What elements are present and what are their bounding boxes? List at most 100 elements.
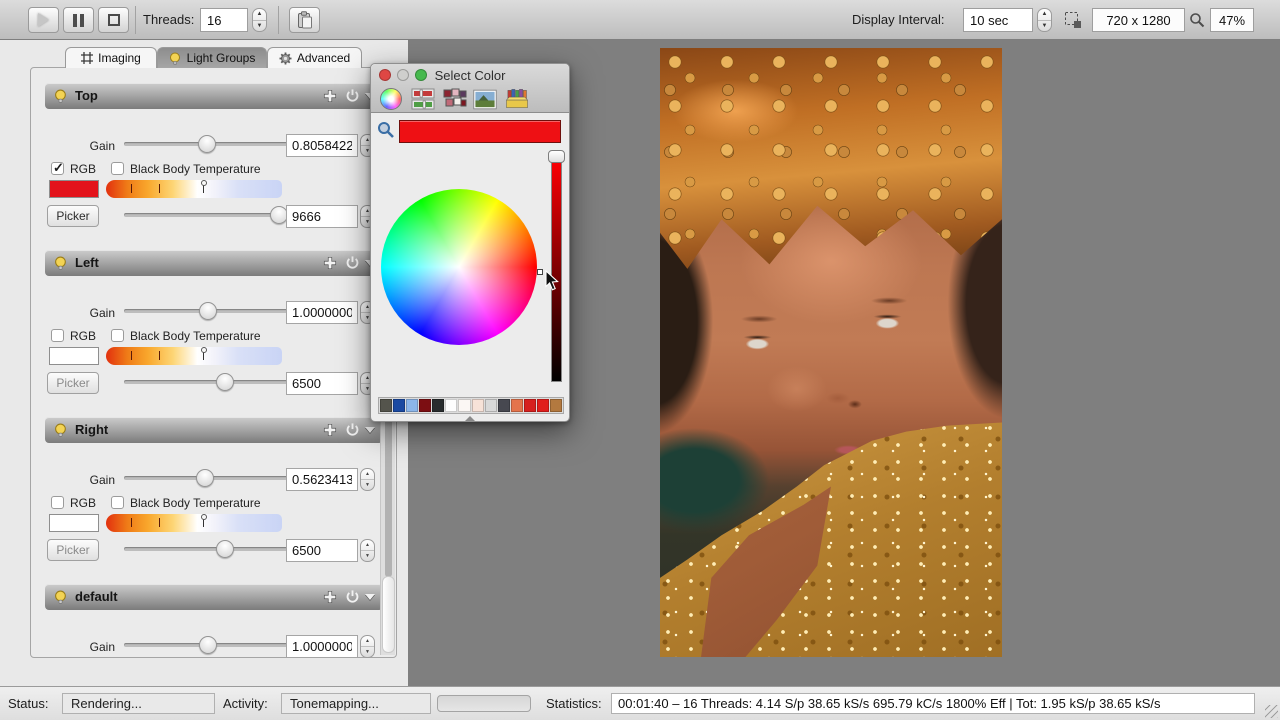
black-body-checkbox[interactable] [111,329,124,342]
copy-to-clipboard-button[interactable] [289,7,320,33]
slider-thumb[interactable] [199,302,217,320]
swatch[interactable] [472,399,484,412]
gain-label: Gain [77,306,115,320]
swatch-drawer-handle[interactable] [465,416,475,421]
gain-slider[interactable] [124,134,296,152]
add-group-icon[interactable] [323,256,337,270]
color-picker-magnifier-icon[interactable] [377,121,395,139]
color-swatch[interactable] [49,347,99,365]
color-swatch[interactable] [49,180,99,198]
color-wheel[interactable] [381,189,537,345]
swatch[interactable] [458,399,470,412]
zoom-level-display[interactable]: 47% [1210,8,1254,32]
display-interval-stepper[interactable]: ▲▼ [1037,8,1052,32]
picker-value-input[interactable] [286,372,358,395]
slider-thumb[interactable] [216,373,234,391]
color-wheel-mode-button[interactable] [379,87,403,111]
swatch[interactable] [432,399,444,412]
picker-value-input[interactable] [286,205,358,228]
window-resize-grip[interactable] [1265,705,1278,718]
picker-slider[interactable] [124,372,296,390]
collapse-chevron-icon[interactable] [365,594,375,600]
pause-button[interactable] [63,7,94,33]
power-toggle-icon[interactable] [345,422,360,437]
lightbulb-icon [54,423,68,437]
power-toggle-icon[interactable] [345,589,360,604]
threads-input[interactable] [200,8,248,32]
rgb-checkbox[interactable] [51,329,64,342]
gain-value-input[interactable] [286,635,358,658]
rgb-checkbox[interactable] [51,162,64,175]
swatch[interactable] [511,399,523,412]
swatch[interactable] [393,399,405,412]
threads-stepper[interactable]: ▲▼ [252,8,267,32]
brightness-slider[interactable] [551,156,562,382]
slider-thumb[interactable] [199,636,217,654]
gain-value-input[interactable] [286,468,358,491]
gain-value-input[interactable] [286,134,358,157]
power-toggle-icon[interactable] [345,88,360,103]
swatch[interactable] [445,399,457,412]
gain-value-input[interactable] [286,301,358,324]
swatch[interactable] [537,399,549,412]
zoom-magnifier-icon[interactable] [1189,12,1205,28]
close-icon[interactable] [379,69,391,81]
color-sliders-mode-button[interactable] [411,87,435,111]
black-body-checkbox[interactable] [111,496,124,509]
color-wheel-selection-marker[interactable] [537,269,543,275]
picker-value-input[interactable] [286,539,358,562]
resolution-display[interactable]: 720 x 1280 [1092,8,1185,32]
add-group-icon[interactable] [323,423,337,437]
picker-slider[interactable] [124,539,296,557]
image-palettes-mode-button[interactable] [473,87,497,111]
swatch[interactable] [485,399,497,412]
play-button[interactable] [28,7,59,33]
gain-slider[interactable] [124,468,296,486]
minimize-icon[interactable] [397,69,409,81]
collapse-chevron-icon[interactable] [365,427,375,433]
picker-button[interactable]: Picker [47,372,99,394]
crayons-mode-button[interactable] [505,87,529,111]
slider-thumb[interactable] [216,540,234,558]
rgb-checkbox[interactable] [51,496,64,509]
lightbulb-icon [54,590,68,604]
gain-slider[interactable] [124,301,296,319]
swatch[interactable] [498,399,510,412]
gain-slider[interactable] [124,635,296,653]
brightness-slider-thumb[interactable] [548,150,565,163]
picker-button[interactable]: Picker [47,539,99,561]
slider-thumb[interactable] [198,135,216,153]
gain-stepper[interactable]: ▲▼ [360,468,375,491]
picker-slider[interactable] [124,205,296,223]
group-name: default [75,589,118,604]
tab-light-groups[interactable]: Light Groups [157,47,267,68]
dialog-titlebar: Select Color [371,64,569,113]
resize-resolution-icon[interactable] [1064,11,1083,30]
scrollbar-thumb[interactable] [382,576,395,653]
swatch[interactable] [419,399,431,412]
tab-imaging[interactable]: Imaging [65,47,157,68]
picker-button[interactable]: Picker [47,205,99,227]
swatch[interactable] [524,399,536,412]
gain-label: Gain [77,473,115,487]
picker-stepper[interactable]: ▲▼ [360,539,375,562]
gain-stepper[interactable]: ▲▼ [360,635,375,658]
swatch[interactable] [550,399,562,412]
black-body-gradient [106,347,282,365]
tab-advanced[interactable]: Advanced [267,47,362,68]
swatch[interactable] [406,399,418,412]
swatch[interactable] [380,399,392,412]
black-body-checkbox[interactable] [111,162,124,175]
add-group-icon[interactable] [323,89,337,103]
display-interval-input[interactable] [963,8,1033,32]
mouse-cursor [545,270,559,291]
slider-thumb[interactable] [196,469,214,487]
power-toggle-icon[interactable] [345,255,360,270]
zoom-window-icon[interactable] [415,69,427,81]
color-swatch[interactable] [49,514,99,532]
add-group-icon[interactable] [323,590,337,604]
statistics-value: 00:01:40 – 16 Threads: 4.14 S/p 38.65 kS… [611,693,1255,714]
stop-button[interactable] [98,7,129,33]
sliders-icon [411,88,435,110]
color-palette-mode-button[interactable] [443,87,467,111]
